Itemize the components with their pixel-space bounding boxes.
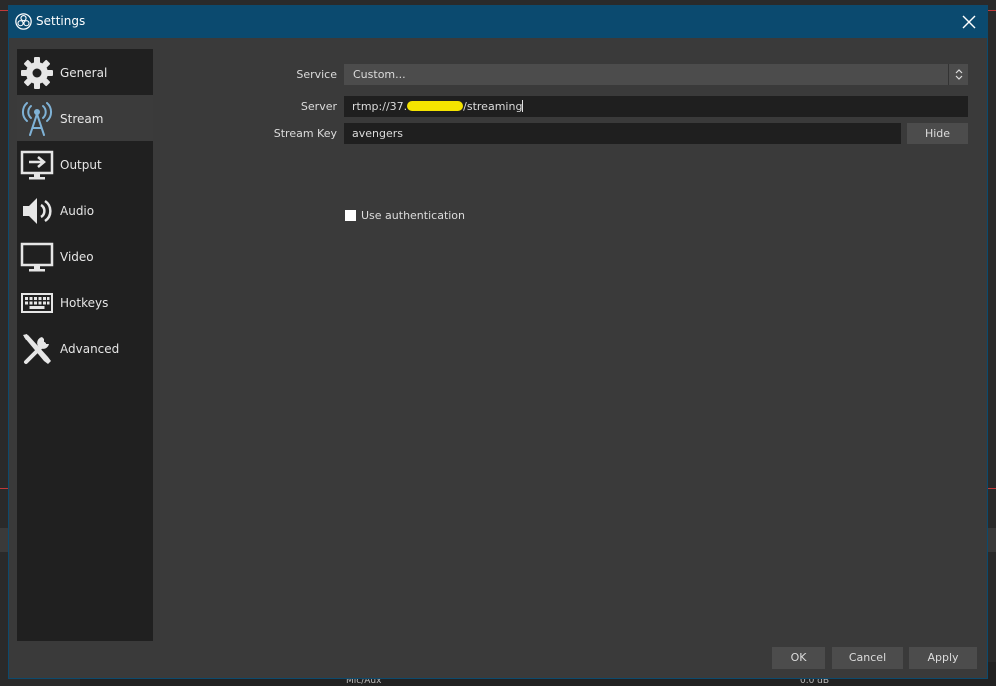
sidebar-item-audio[interactable]: Audio	[17, 187, 153, 233]
window-title: Settings	[36, 14, 86, 28]
background-red-line	[988, 488, 996, 489]
sidebar-item-label: Hotkeys	[60, 296, 109, 310]
keyboard-icon	[21, 293, 53, 313]
service-select-value: Custom...	[353, 68, 406, 81]
sidebar-item-output[interactable]: Output	[17, 141, 153, 187]
monitor-output-icon	[20, 150, 54, 180]
background-red-line	[0, 488, 8, 489]
sidebar-item-label: Audio	[60, 204, 95, 218]
dialog-content: General Stream Output Audio Video Hotkey…	[9, 38, 987, 678]
monitor-icon	[20, 242, 54, 272]
title-bar[interactable]: Settings	[9, 6, 987, 38]
sidebar-item-label: Stream	[60, 112, 104, 126]
stream-key-value: avengers	[352, 127, 403, 140]
obs-logo-icon	[15, 13, 32, 30]
sidebar-item-video[interactable]: Video	[17, 233, 153, 279]
stream-key-label: Stream Key	[273, 127, 337, 140]
tools-icon	[23, 334, 51, 364]
settings-sidebar: General Stream Output Audio Video Hotkey…	[17, 49, 153, 641]
ok-button[interactable]: OK	[772, 647, 825, 669]
background-red-line	[0, 10, 8, 11]
stream-key-input[interactable]: avengers	[344, 123, 901, 144]
background-red-line	[988, 10, 996, 11]
apply-button[interactable]: Apply	[909, 647, 977, 669]
server-input[interactable]: rtmp://37. /streaming	[344, 96, 968, 117]
sidebar-item-label: Video	[60, 250, 94, 264]
text-cursor	[522, 100, 524, 112]
server-value-suffix: /streaming	[463, 100, 523, 113]
server-input-value: rtmp://37. /streaming	[352, 100, 524, 113]
redaction-mark	[407, 101, 464, 111]
sidebar-item-label: Output	[60, 158, 102, 172]
settings-dialog: Settings General Stream Output Audio Vid…	[8, 5, 988, 679]
broadcast-antenna-icon	[21, 102, 53, 136]
service-label: Service	[296, 68, 337, 81]
sidebar-item-hotkeys[interactable]: Hotkeys	[17, 279, 153, 325]
service-select[interactable]: Custom...	[344, 64, 968, 85]
use-authentication-label[interactable]: Use authentication	[361, 209, 465, 222]
use-authentication-checkbox[interactable]	[345, 210, 356, 221]
spin-arrows-icon[interactable]	[948, 64, 968, 85]
cancel-button[interactable]: Cancel	[832, 647, 903, 669]
gear-icon	[21, 57, 53, 89]
sidebar-item-stream[interactable]: Stream	[17, 95, 153, 141]
sidebar-item-advanced[interactable]: Advanced	[17, 325, 153, 371]
server-label: Server	[300, 100, 337, 113]
hide-button[interactable]: Hide	[907, 123, 968, 144]
sidebar-item-label: Advanced	[60, 342, 120, 356]
server-value-prefix: rtmp://37.	[352, 100, 408, 113]
sidebar-item-label: General	[60, 66, 108, 80]
speaker-icon	[23, 198, 52, 224]
sidebar-item-general[interactable]: General	[17, 49, 153, 95]
close-icon[interactable]	[959, 12, 979, 32]
